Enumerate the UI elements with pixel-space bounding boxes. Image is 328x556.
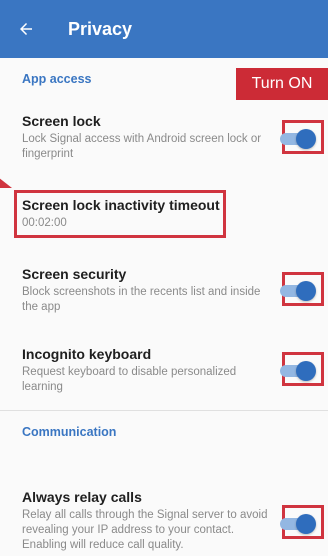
always-relay-calls-toggle[interactable] — [278, 513, 316, 534]
screen-security-summary: Block screenshots in the recents list an… — [22, 286, 264, 313]
inactivity-timeout-title: Screen lock inactivity timeout — [22, 197, 220, 213]
top-app-bar: Privacy — [0, 0, 328, 58]
section-header-app-access: App access — [22, 72, 92, 86]
screen-lock-summary: Lock Signal access with Android screen l… — [22, 133, 265, 160]
incognito-keyboard-summary: Request keyboard to disable personalized… — [22, 366, 240, 393]
toggle-thumb — [296, 281, 316, 301]
screen-security-title: Screen security — [22, 266, 127, 282]
incognito-keyboard-title: Incognito keyboard — [22, 346, 152, 362]
turn-on-callout: Turn ON — [236, 68, 328, 100]
setting-screen-lock[interactable]: Screen lock Lock Signal access with Andr… — [22, 112, 272, 162]
setting-incognito-keyboard[interactable]: Incognito keyboard Request keyboard to d… — [22, 345, 272, 395]
setting-screen-lock-inactivity-timeout[interactable]: Screen lock inactivity timeout 00:02:00 — [22, 196, 272, 231]
toggle-thumb — [296, 129, 316, 149]
setting-always-relay-calls[interactable]: Always relay calls Relay all calls throu… — [22, 488, 272, 553]
toggle-thumb — [296, 514, 316, 534]
screen-lock-title: Screen lock — [22, 113, 101, 129]
privacy-settings-screen: Privacy App access Turn ON Screen lock L… — [0, 0, 328, 556]
always-relay-calls-summary: Relay all calls through the Signal serve… — [22, 509, 271, 551]
section-divider — [0, 410, 328, 411]
arrow-back-icon[interactable] — [6, 0, 46, 58]
incognito-keyboard-toggle[interactable] — [278, 360, 316, 381]
toggle-thumb — [296, 361, 316, 381]
screen-lock-toggle[interactable] — [278, 128, 316, 149]
screen-security-toggle[interactable] — [278, 280, 316, 301]
page-title: Privacy — [68, 18, 133, 39]
always-relay-calls-title: Always relay calls — [22, 489, 142, 505]
arrow-back-icon-svg — [20, 23, 32, 35]
inactivity-timeout-value: 00:02:00 — [22, 217, 67, 229]
setting-screen-security[interactable]: Screen security Block screenshots in the… — [22, 265, 272, 315]
section-header-communication: Communication — [22, 425, 117, 439]
